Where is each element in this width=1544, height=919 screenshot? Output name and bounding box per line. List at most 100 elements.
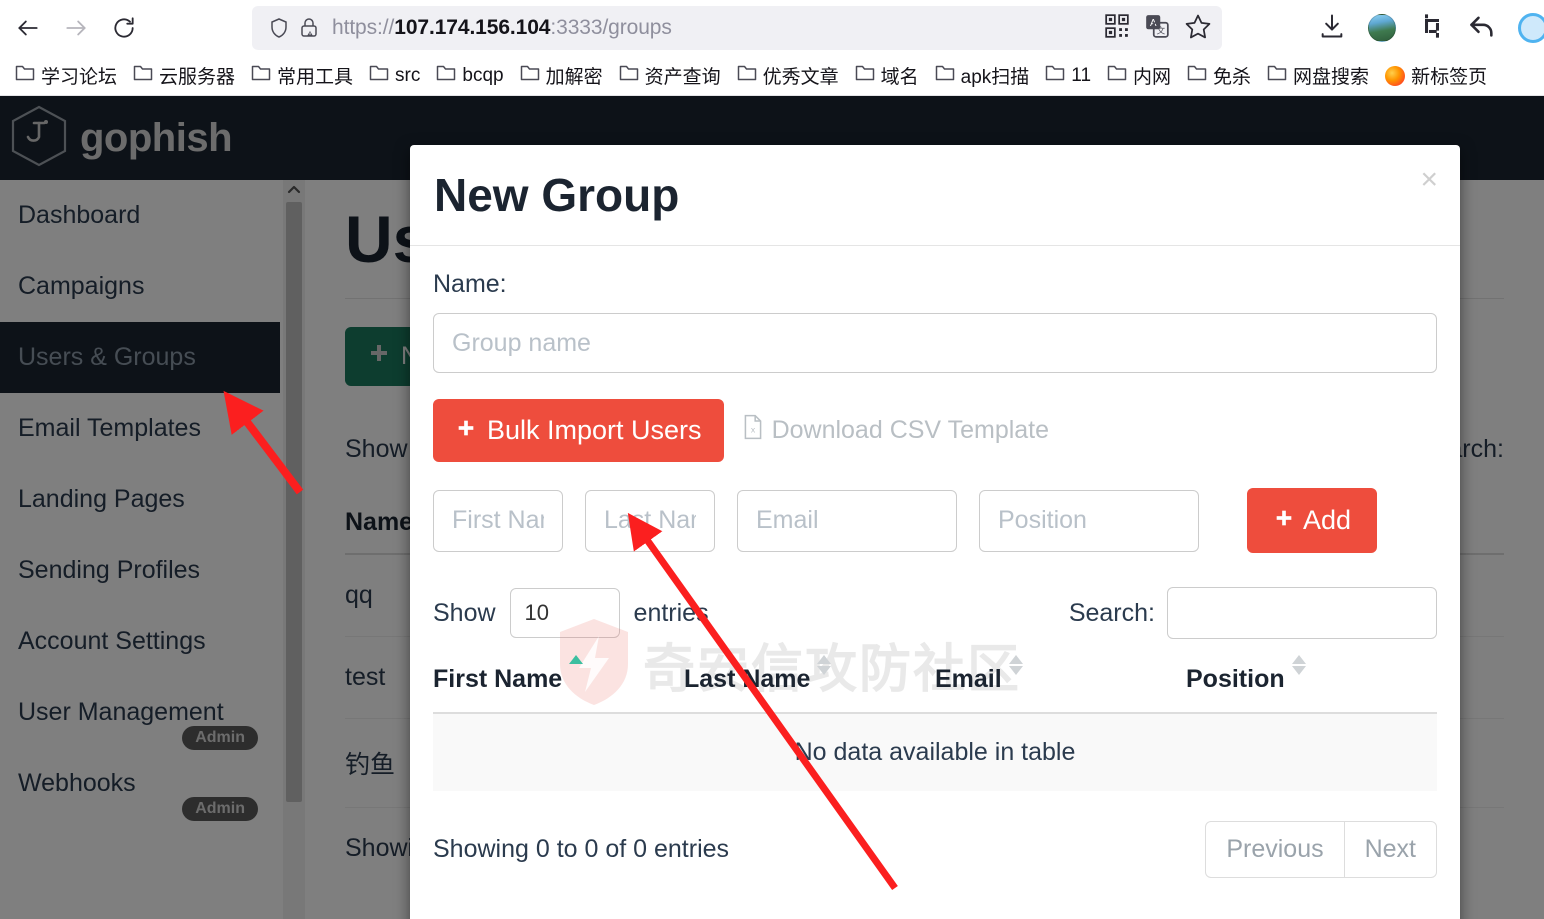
bookmark-label: 云服务器 (159, 67, 236, 88)
modal-table-header-row: First Name Last Name Email Position (433, 655, 1437, 714)
email-input[interactable] (737, 489, 957, 552)
bookmark-label: apk扫描 (960, 67, 1030, 88)
bookmark-item-10[interactable]: 11 (1038, 60, 1098, 92)
modal-search-input[interactable] (1167, 587, 1437, 639)
pagination-next-button[interactable]: Next (1344, 820, 1437, 878)
svg-text:x: x (750, 424, 755, 434)
url-host: 107.174.156.104 (394, 16, 551, 39)
back-button[interactable] (8, 8, 48, 48)
bookmark-label: 网盘搜索 (1293, 67, 1370, 88)
close-icon[interactable]: × (1420, 165, 1438, 195)
qr-code-icon[interactable] (1104, 13, 1130, 44)
bookmark-item-4[interactable]: bcqp (429, 60, 510, 92)
lock-warning-icon[interactable] (294, 16, 324, 40)
bookmark-label: 资产查询 (644, 67, 721, 88)
import-row: Bulk Import Users x Download CSV Templat… (433, 399, 1437, 462)
firefox-icon (1385, 65, 1406, 86)
modal-col-position[interactable]: Position (1186, 655, 1437, 714)
download-icon[interactable] (1318, 12, 1346, 45)
bulk-import-users-button[interactable]: Bulk Import Users (433, 399, 724, 462)
folder-icon (855, 64, 875, 88)
bookmark-label: src (395, 64, 421, 86)
bookmark-item-13[interactable]: 网盘搜索 (1260, 58, 1376, 93)
shield-icon[interactable] (264, 16, 294, 40)
bookmark-item-7[interactable]: 优秀文章 (730, 58, 846, 93)
add-button-label: Add (1303, 505, 1352, 535)
modal-col-first-name[interactable]: First Name (433, 655, 684, 714)
sort-toggle-icon (817, 655, 832, 675)
modal-table-empty-row: No data available in table (433, 713, 1437, 791)
folder-icon (369, 64, 389, 88)
download-csv-template-link[interactable]: x Download CSV Template (742, 414, 1049, 447)
new-group-modal: New Group × 奇安信攻防社区 Name: Group name Bul… (410, 145, 1460, 919)
modal-header: New Group × (410, 145, 1460, 246)
folder-icon (1267, 64, 1287, 88)
back-arrow-icon (15, 15, 41, 41)
plus-icon (1273, 505, 1295, 536)
folder-icon (133, 64, 153, 88)
bookmarks-bar: 学习论坛 云服务器 常用工具 src bcqp 加解密 资产查询 优秀文章 域名 apk扫描 11 内… (0, 56, 1544, 96)
last-name-input[interactable] (585, 489, 715, 552)
bookmark-item-1[interactable]: 云服务器 (126, 58, 242, 93)
bookmark-item-11[interactable]: 内网 (1100, 58, 1178, 93)
bookmark-item-5[interactable]: 加解密 (513, 58, 610, 93)
modal-table-info: Showing 0 to 0 of 0 entries (433, 834, 730, 863)
modal-body: 奇安信攻防社区 Name: Bulk Import Users x Downlo… (410, 246, 1460, 878)
browser-chrome: https://107.174.156.104:3333/groups A文 学… (0, 0, 1544, 96)
folder-icon (737, 64, 757, 88)
bookmark-label: 内网 (1133, 67, 1172, 88)
sort-toggle-icon (1291, 655, 1306, 675)
modal-length-input[interactable] (509, 588, 620, 638)
folder-icon (619, 64, 639, 88)
reload-button[interactable] (104, 8, 144, 48)
bookmark-label: 常用工具 (277, 67, 354, 88)
url-text: https://107.174.156.104:3333/groups (332, 16, 672, 39)
modal-table-empty-message: No data available in table (433, 713, 1437, 791)
reload-icon (111, 15, 137, 41)
avatar[interactable] (1368, 14, 1396, 42)
bookmark-item-3[interactable]: src (362, 60, 427, 92)
bookmark-label: 域名 (880, 67, 919, 88)
bookmark-item-14[interactable]: 新标签页 (1378, 58, 1494, 93)
bookmark-item-9[interactable]: apk扫描 (928, 58, 1037, 93)
folder-icon (1045, 64, 1065, 88)
plus-icon (455, 415, 477, 446)
urlbar-actions: A文 (1104, 6, 1212, 50)
folder-icon (1107, 64, 1127, 88)
bookmark-label: 学习论坛 (41, 67, 118, 88)
translate-icon[interactable]: A文 (1144, 13, 1170, 44)
user-entry-row: Add (433, 488, 1437, 553)
bookmark-item-2[interactable]: 常用工具 (244, 58, 360, 93)
bookmark-label: 11 (1071, 64, 1092, 86)
url-bar[interactable]: https://107.174.156.104:3333/groups A文 (252, 6, 1222, 50)
browser-toolbar: https://107.174.156.104:3333/groups A文 (0, 0, 1544, 56)
bookmark-label: 新标签页 (1411, 67, 1488, 88)
sort-ascending-icon (569, 655, 584, 664)
modal-col-last-name[interactable]: Last Name (684, 655, 935, 714)
bookmark-item-0[interactable]: 学习论坛 (8, 58, 124, 93)
group-name-input[interactable] (433, 313, 1437, 373)
folder-icon (436, 64, 456, 88)
folder-icon (1187, 64, 1207, 88)
first-name-input[interactable] (433, 489, 563, 552)
bookmark-label: 优秀文章 (762, 67, 839, 88)
star-icon[interactable] (1184, 12, 1212, 45)
crop-icon[interactable] (1418, 12, 1446, 45)
forward-button[interactable] (56, 8, 96, 48)
bookmark-item-12[interactable]: 免杀 (1180, 58, 1258, 93)
add-user-button[interactable]: Add (1247, 488, 1378, 553)
modal-title: New Group (434, 169, 680, 221)
bookmark-item-6[interactable]: 资产查询 (612, 58, 728, 93)
pagination-previous-button[interactable]: Previous (1205, 820, 1345, 878)
sort-toggle-icon (1008, 655, 1023, 675)
bookmark-item-8[interactable]: 域名 (848, 58, 926, 93)
modal-search-control: Search: (1069, 587, 1437, 639)
column-label: First Name (433, 665, 563, 693)
modal-pagination: Previous Next (1205, 820, 1437, 878)
forward-arrow-icon (63, 15, 89, 41)
modal-col-email[interactable]: Email (935, 655, 1186, 714)
gophish-app: gophish DashboardCampaignsUsers & Groups… (0, 96, 1544, 919)
undo-arrow-icon[interactable] (1468, 12, 1496, 45)
position-input[interactable] (979, 489, 1199, 552)
account-circle-icon[interactable] (1518, 13, 1544, 43)
